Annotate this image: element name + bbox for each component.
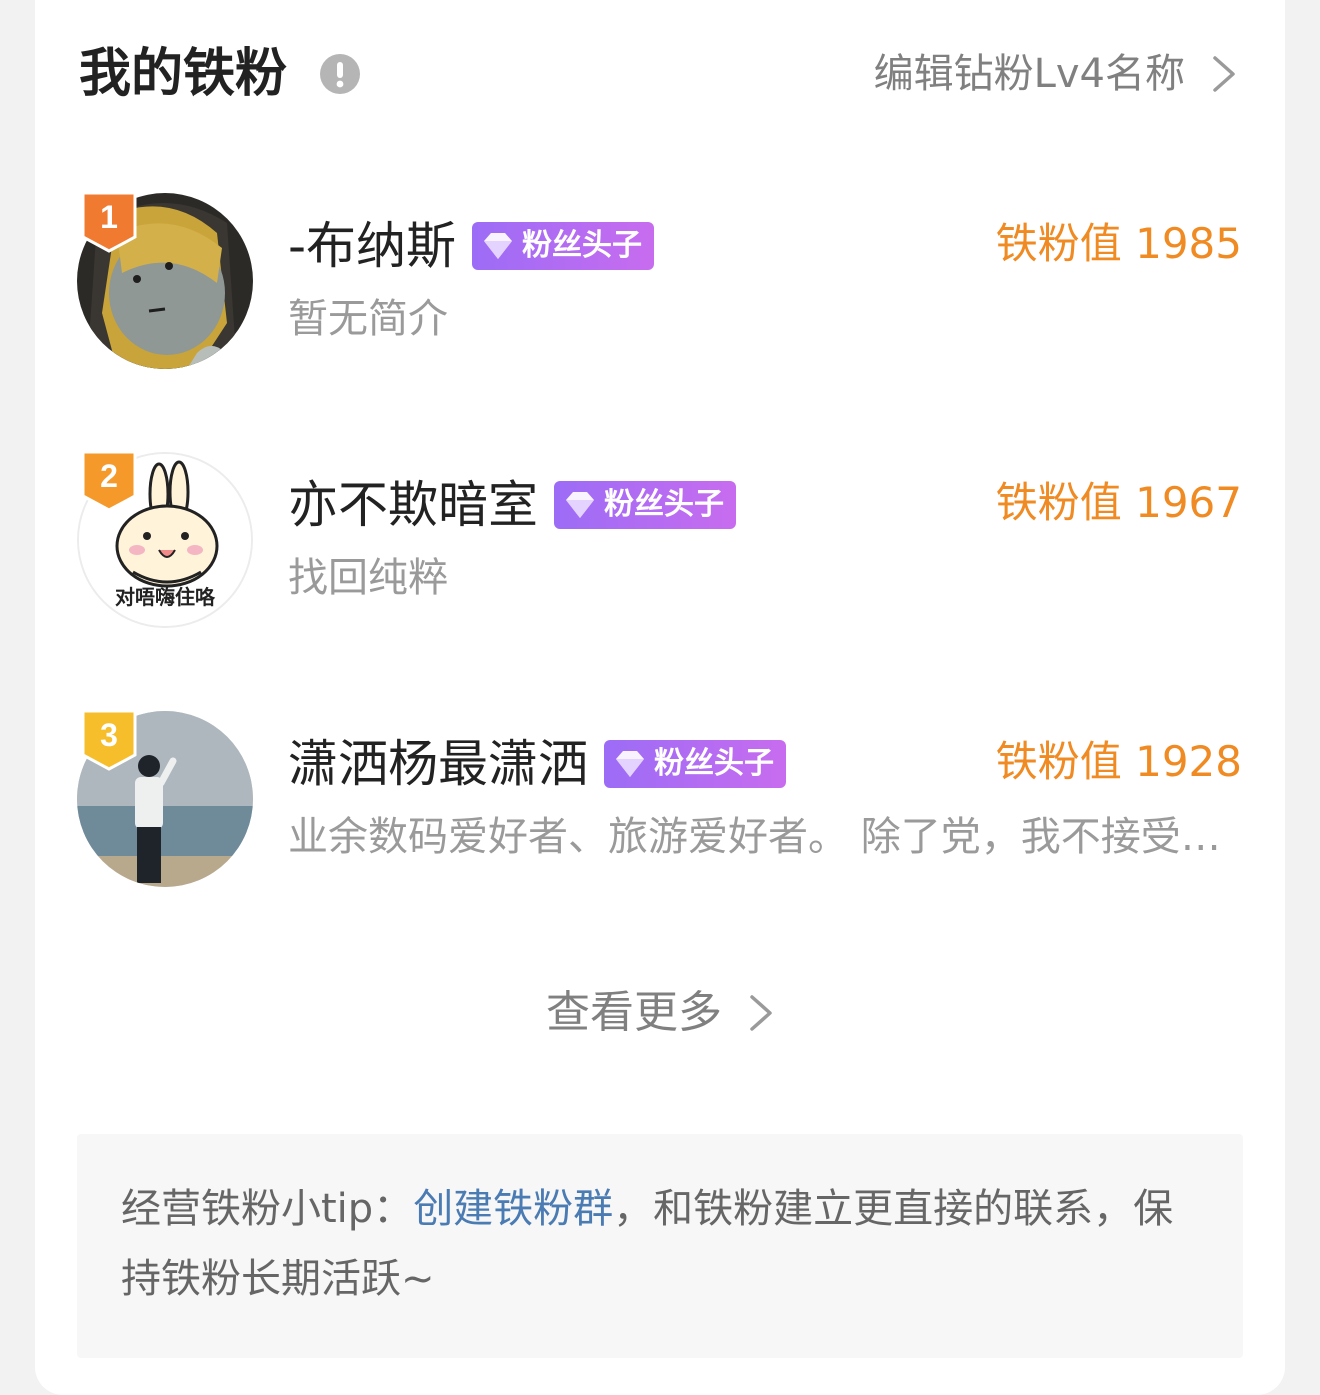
edit-level-name-label: 编辑钻粉Lv4名称 bbox=[873, 51, 1185, 97]
card-header: 我的铁粉 编辑钻粉Lv4名称 bbox=[35, 0, 1285, 150]
diamond-icon bbox=[566, 492, 594, 518]
fan-tag-badge: 粉丝头子 bbox=[554, 481, 736, 529]
fan-name[interactable]: -布纳斯 bbox=[288, 211, 456, 281]
fan-score: 铁粉值 1985 bbox=[995, 219, 1242, 268]
avatar-caption: 对唔嗨住咯 bbox=[115, 585, 215, 609]
chevron-right-icon bbox=[750, 995, 772, 1031]
info-icon[interactable] bbox=[319, 53, 361, 95]
fan-bio: 找回纯粹 bbox=[288, 555, 448, 601]
rank-number: 1 bbox=[100, 199, 118, 235]
chevron-right-icon bbox=[1213, 56, 1235, 92]
fan-avatar-container[interactable]: 1 bbox=[77, 191, 253, 369]
fan-tag-label: 粉丝头子 bbox=[522, 228, 643, 263]
rank-badge: 3 bbox=[79, 707, 139, 773]
fan-avatar-container[interactable]: 3 bbox=[77, 709, 253, 887]
rank-badge: 1 bbox=[79, 189, 139, 255]
fan-score: 铁粉值 1928 bbox=[995, 737, 1242, 786]
tip-box: 经营铁粉小tip：创建铁粉群，和铁粉建立更直接的联系，保持铁粉长期活跃~ bbox=[77, 1134, 1243, 1358]
fan-name-line: 潇洒杨最潇洒 粉丝头子 bbox=[288, 729, 786, 799]
page-title: 我的铁粉 bbox=[79, 44, 288, 104]
rank-number: 2 bbox=[100, 458, 118, 494]
fan-name-line: 亦不欺暗室 粉丝头子 bbox=[288, 470, 736, 540]
tip-text: 经营铁粉小tip：创建铁粉群，和铁粉建立更直接的联系，保持铁粉长期活跃~ bbox=[121, 1174, 1211, 1314]
fan-tag-badge: 粉丝头子 bbox=[472, 222, 655, 270]
fan-tag-badge: 粉丝头子 bbox=[604, 740, 786, 788]
fan-tag-label: 粉丝头子 bbox=[654, 746, 774, 781]
fan-avatar-container[interactable]: 对唔嗨住咯 2 bbox=[77, 450, 253, 628]
view-more-label: 查看更多 bbox=[546, 987, 722, 1038]
fan-name[interactable]: 亦不欺暗室 bbox=[288, 470, 538, 540]
view-more-button[interactable]: 查看更多 bbox=[35, 978, 1285, 1048]
create-fan-group-link[interactable]: 创建铁粉群 bbox=[413, 1186, 613, 1232]
fan-bio: 业余数码爱好者、旅游爱好者。 除了党，我不接受任何组织的领导 bbox=[288, 814, 1228, 860]
edit-level-name-link[interactable]: 编辑钻粉Lv4名称 bbox=[874, 44, 1237, 104]
fan-bio: 暂无简介 bbox=[288, 296, 448, 342]
diamond-icon bbox=[484, 233, 513, 259]
fan-list-item[interactable]: 3 潇洒杨最潇洒 粉丝头子 铁粉值 1928 业余数码爱好者、旅游爱好者。 除了… bbox=[35, 709, 1285, 911]
rank-number: 3 bbox=[100, 717, 118, 753]
fan-list-item[interactable]: 对唔嗨住咯 2 亦不欺暗室 粉丝头子 铁粉值 1967 找回纯粹 bbox=[35, 450, 1285, 652]
iron-fans-card: 我的铁粉 编辑钻粉Lv4名称 1 -布纳斯 粉丝头子 铁粉值 1985 暂无简介… bbox=[35, 0, 1285, 1395]
fan-tag-label: 粉丝头子 bbox=[604, 487, 724, 522]
tip-prefix: 经营铁粉小tip： bbox=[121, 1186, 414, 1232]
fan-list-item[interactable]: 1 -布纳斯 粉丝头子 铁粉值 1985 暂无简介 bbox=[35, 191, 1285, 393]
diamond-icon bbox=[616, 751, 644, 777]
fan-name-line: -布纳斯 粉丝头子 bbox=[288, 211, 655, 281]
rank-badge: 2 bbox=[79, 448, 139, 514]
fan-score: 铁粉值 1967 bbox=[995, 478, 1242, 527]
fan-name[interactable]: 潇洒杨最潇洒 bbox=[288, 729, 588, 799]
